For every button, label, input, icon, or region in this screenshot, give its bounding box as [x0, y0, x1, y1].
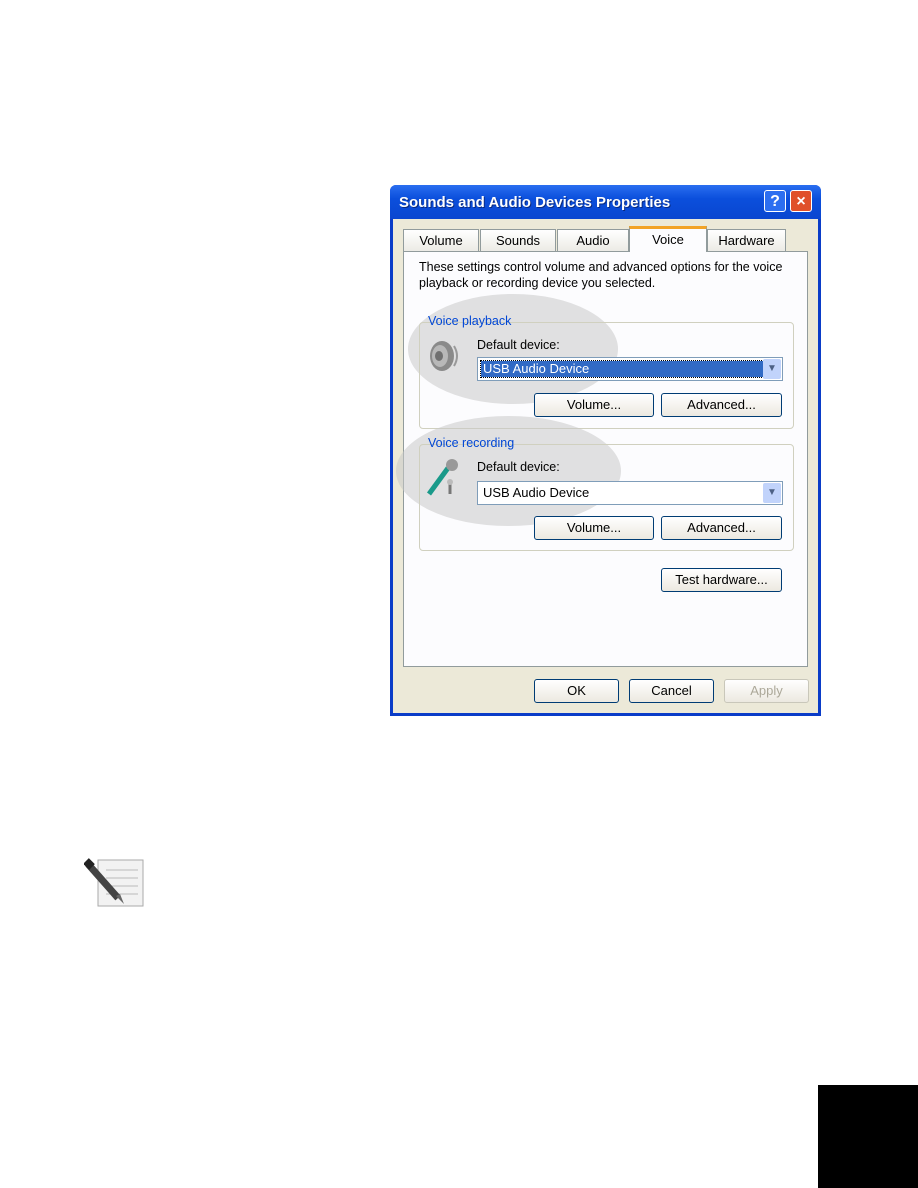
chevron-down-icon[interactable]: ▼ [763, 359, 781, 379]
description: These settings control volume and advanc… [419, 260, 783, 290]
playback-device-value: USB Audio Device [480, 360, 764, 378]
page-tab-block [818, 1085, 918, 1188]
speaker-icon [430, 341, 458, 371]
note-pencil-icon [84, 858, 144, 907]
voice-panel: These settings control volume and advanc… [396, 251, 808, 667]
help-button[interactable]: ? [764, 190, 786, 212]
ok-button[interactable]: OK [534, 679, 619, 703]
recording-device-value: USB Audio Device [483, 485, 590, 500]
tab-volume[interactable]: Volume [403, 229, 479, 251]
recording-device-label: Default device: [477, 460, 560, 474]
recording-advanced-button[interactable]: Advanced... [661, 516, 782, 540]
playback-device-select[interactable]: USB Audio Device ▼ [477, 357, 783, 381]
voice-recording-label: Voice recording [428, 436, 515, 450]
playback-advanced-button[interactable]: Advanced... [661, 393, 782, 417]
recording-volume-button[interactable]: Volume... [534, 516, 654, 540]
close-button[interactable]: × [790, 190, 812, 212]
voice-playback-label: Voice playback [428, 314, 512, 328]
playback-device-label: Default device: [477, 338, 560, 352]
tab-audio[interactable]: Audio [557, 229, 629, 251]
tab-sounds[interactable]: Sounds [480, 229, 556, 251]
tab-voice[interactable]: Voice [629, 226, 707, 252]
recording-device-select[interactable]: USB Audio Device ▼ [477, 481, 783, 505]
test-hardware-button[interactable]: Test hardware... [661, 568, 782, 592]
playback-volume-button[interactable]: Volume... [534, 393, 654, 417]
microphone-icon [426, 459, 458, 496]
title-bar[interactable]: Sounds and Audio Devices Properties ? × [390, 185, 821, 219]
apply-button: Apply [724, 679, 809, 703]
dialog-client: Volume Sounds Audio Voice Hardware These… [393, 219, 818, 713]
dialog-title: Sounds and Audio Devices Properties [399, 194, 671, 211]
tab-hardware[interactable]: Hardware [707, 229, 786, 251]
sounds-dialog: Sounds and Audio Devices Properties ? × … [390, 185, 821, 716]
chevron-down-icon[interactable]: ▼ [763, 483, 781, 503]
cancel-button[interactable]: Cancel [629, 679, 714, 703]
